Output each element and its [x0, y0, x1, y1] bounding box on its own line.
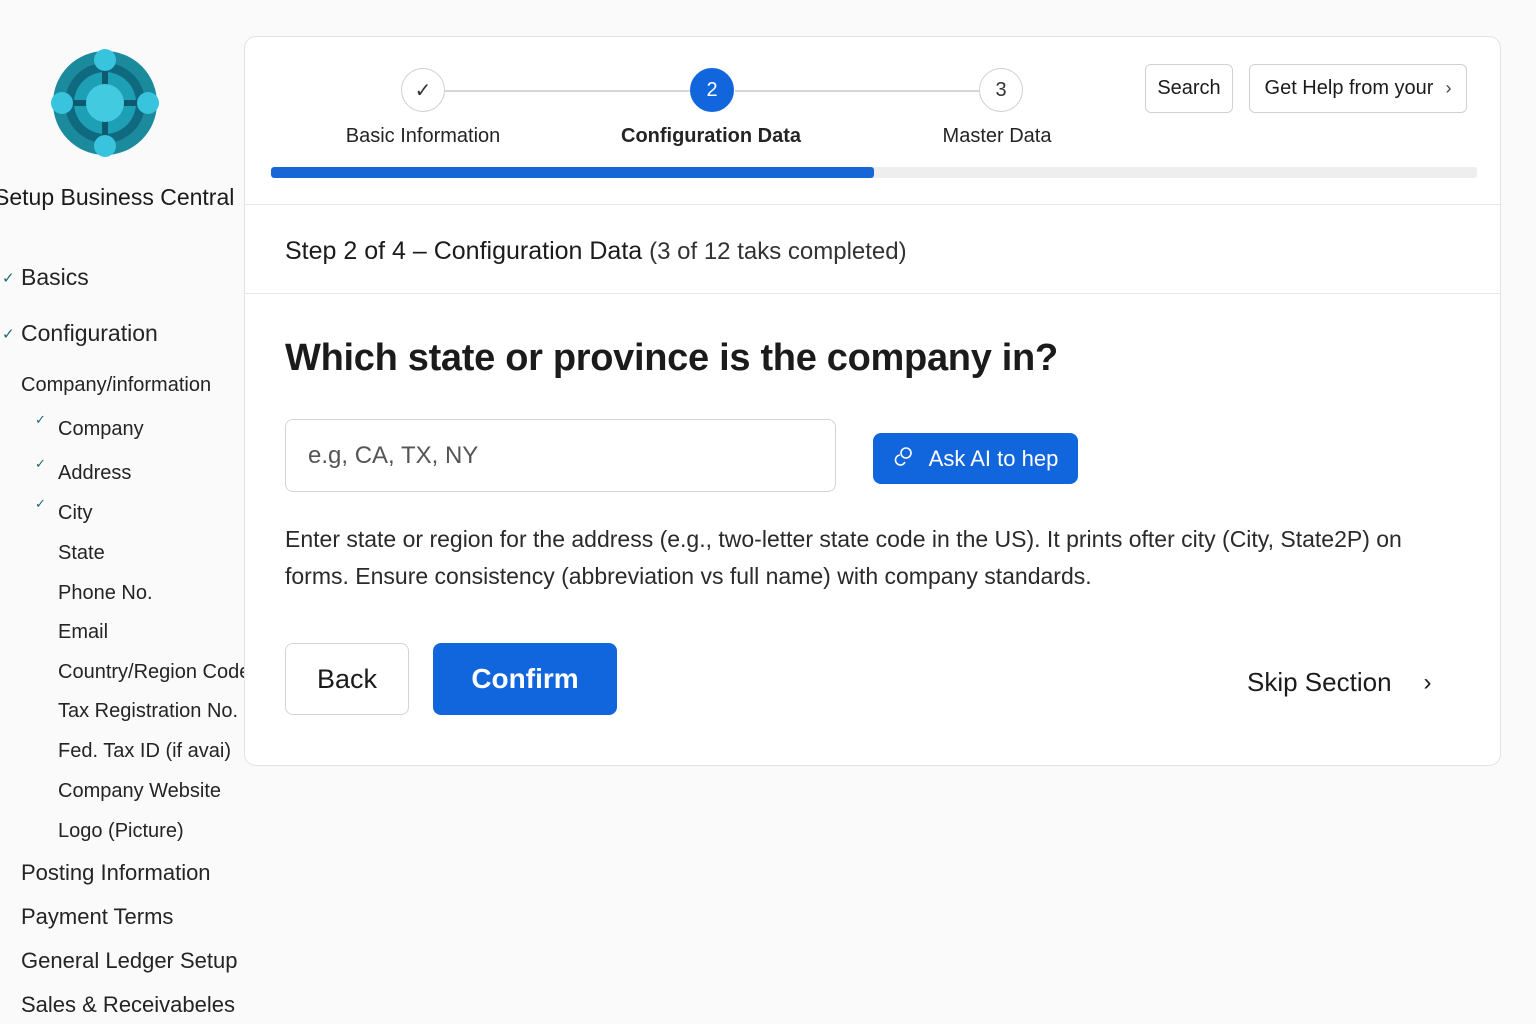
chevron-right-icon: ›: [1445, 78, 1452, 98]
step-1-checkmark-icon[interactable]: ✓: [401, 68, 445, 112]
progress-bar: [271, 167, 1477, 178]
check-icon: ✓: [35, 456, 46, 471]
step-heading: Step 2 of 4 – Configuration Data (3 of 1…: [285, 237, 907, 266]
sidebar-item-tax-registration[interactable]: Tax Registration No.: [58, 700, 238, 723]
sidebar-item-label: General Ledger Setup: [21, 948, 238, 973]
sidebar-item-label: Basics: [21, 264, 89, 290]
sidebar-item-state[interactable]: State: [58, 542, 105, 565]
ask-ai-button-label: Ask AI to hep: [928, 445, 1059, 471]
divider: [245, 204, 1500, 205]
sidebar-item-fed-tax-id[interactable]: Fed. Tax ID (if avai): [58, 740, 231, 763]
divider: [245, 293, 1500, 294]
sidebar-item-label: Address: [58, 462, 132, 484]
skip-section-link[interactable]: Skip Section ›: [1247, 667, 1432, 698]
check-icon: ✓: [2, 325, 15, 343]
sidebar-item-label: State: [58, 542, 105, 564]
state-input[interactable]: [285, 419, 836, 492]
get-help-button-label: Get Help from your: [1264, 77, 1434, 99]
sidebar-item-logo[interactable]: Logo (Picture): [58, 820, 184, 843]
setup-card: ✓ 2 3 Basic Information Configuration Da…: [244, 36, 1501, 766]
step-title: Step 2 of 4 – Configuration Data: [285, 237, 643, 265]
progress-bar-fill: [271, 167, 874, 178]
sidebar-item-label: Phone No.: [58, 582, 153, 604]
sidebar-item-company[interactable]: ✓ Company: [35, 412, 144, 441]
sidebar-item-company-website[interactable]: Company Website: [58, 780, 221, 803]
sidebar-item-label: Company: [58, 418, 144, 440]
step-2-label[interactable]: Configuration Data: [621, 125, 801, 148]
sidebar-item-email[interactable]: Email: [58, 621, 108, 644]
step-1-label[interactable]: Basic Information: [346, 125, 501, 148]
step-status: (3 of 12 taks completed): [649, 238, 907, 265]
sidebar-item-country-region-code[interactable]: Country/Region Code: [58, 661, 244, 684]
search-button[interactable]: Search: [1145, 64, 1233, 113]
sidebar-item-sales-receivables[interactable]: Sales & Receivabeles: [21, 992, 235, 1018]
sidebar-item-label: Sales & Receivabeles: [21, 992, 236, 1017]
sidebar-item-basics[interactable]: ✓ Basics: [2, 264, 89, 291]
business-central-logo: [51, 49, 159, 157]
ask-ai-button[interactable]: Ask AI to hep: [873, 433, 1078, 484]
sidebar-item-posting-information[interactable]: Posting Information: [21, 860, 211, 886]
chevron-right-icon: ›: [1423, 668, 1432, 696]
check-icon: ✓: [2, 269, 15, 287]
skip-section-label: Skip Section: [1247, 667, 1392, 697]
sparkle-icon: [893, 445, 915, 473]
sidebar-item-label: Country/Region Code: [58, 661, 244, 683]
sidebar-item-phone[interactable]: Phone No.: [58, 582, 153, 605]
confirm-button[interactable]: Confirm: [433, 643, 617, 715]
step-3-indicator[interactable]: 3: [979, 68, 1023, 112]
sidebar-item-label: Company Website: [58, 780, 222, 802]
step-connector: [735, 90, 981, 92]
back-button[interactable]: Back: [285, 643, 409, 715]
app-title: Setup Business Central: [0, 184, 235, 210]
sidebar-item-label: Company/information: [21, 374, 212, 396]
check-icon: ✓: [35, 412, 46, 427]
search-button-label: Search: [1157, 77, 1221, 99]
setup-page: Setup Business Central ✓ Basics ✓ Config…: [0, 0, 1536, 1024]
get-help-button[interactable]: Get Help from your ›: [1249, 64, 1467, 113]
sidebar-item-payment-terms[interactable]: Payment Terms: [21, 904, 173, 930]
check-icon: ✓: [35, 496, 46, 511]
sidebar-item-label: Fed. Tax ID (if avai): [58, 740, 232, 762]
sidebar-item-label: Configuration: [21, 320, 158, 346]
step-3-label[interactable]: Master Data: [943, 125, 1052, 148]
sidebar-item-label: Tax Registration No.: [58, 700, 239, 722]
help-text: Enter state or region for the address (e…: [285, 526, 1402, 589]
sidebar-item-general-ledger-setup[interactable]: General Ledger Setup: [21, 948, 238, 974]
sidebar-item-configuration[interactable]: ✓ Configuration: [2, 320, 158, 347]
sidebar-item-label: Email: [58, 621, 109, 643]
sidebar-item-label: City: [58, 502, 93, 524]
sidebar: Setup Business Central ✓ Basics ✓ Config…: [0, 0, 244, 1024]
sidebar-item-label: Posting Information: [21, 860, 211, 885]
sidebar-item-label: Logo (Picture): [58, 820, 184, 842]
step-2-indicator[interactable]: 2: [690, 68, 734, 112]
sidebar-item-city[interactable]: ✓ City: [35, 496, 93, 525]
sidebar-item-address[interactable]: ✓ Address: [35, 456, 132, 485]
sidebar-item-company-information[interactable]: Company/information: [21, 374, 211, 397]
step-connector: [445, 90, 691, 92]
stepper: ✓ 2 3 Basic Information Configuration Da…: [245, 37, 1500, 205]
question-title: Which state or province is the company i…: [285, 337, 1058, 379]
sidebar-item-label: Payment Terms: [21, 904, 174, 929]
